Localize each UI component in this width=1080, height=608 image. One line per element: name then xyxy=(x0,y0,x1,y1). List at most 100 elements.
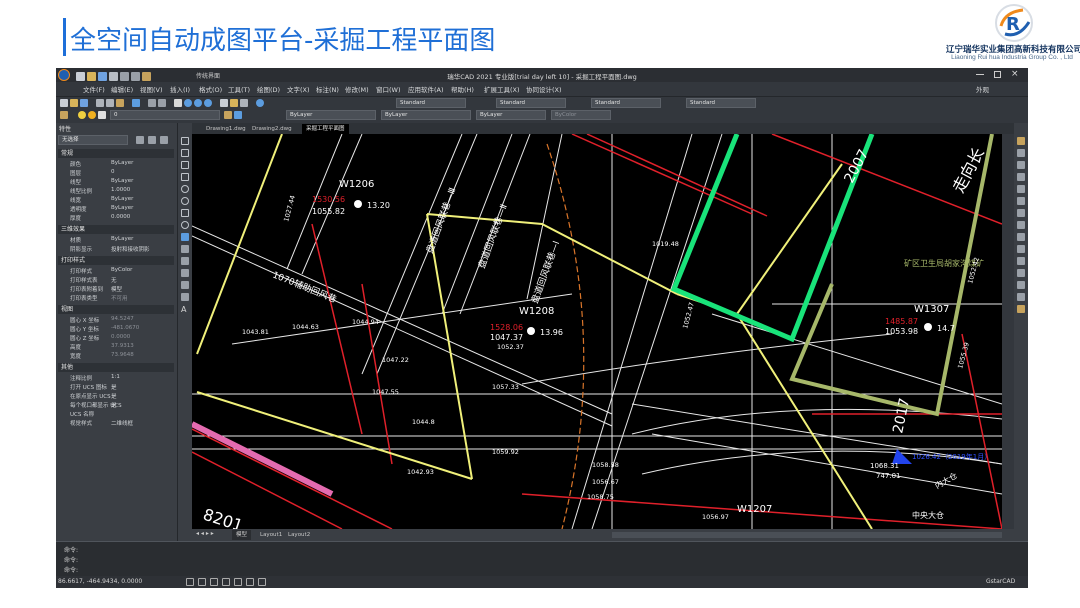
cut-icon[interactable] xyxy=(96,99,104,107)
polyline-icon[interactable] xyxy=(181,149,189,157)
section-misc[interactable]: 其他 xyxy=(58,363,174,372)
prop-value[interactable]: 是 xyxy=(111,383,117,391)
array-icon[interactable] xyxy=(1017,185,1025,193)
otrack-icon[interactable] xyxy=(246,578,254,586)
multileader-style-select[interactable]: Standard xyxy=(686,98,756,108)
copy-icon[interactable] xyxy=(106,99,114,107)
section-general[interactable]: 常规 xyxy=(58,149,174,158)
prop-value[interactable]: ByLayer xyxy=(111,205,133,211)
horizontal-scrollbar[interactable] xyxy=(612,532,1002,538)
dim-style-select[interactable]: Standard xyxy=(496,98,566,108)
snap-icon[interactable] xyxy=(186,578,194,586)
prop-value[interactable]: 无 xyxy=(111,276,117,284)
lineweight-icon[interactable] xyxy=(258,578,266,586)
design-center-icon[interactable] xyxy=(230,99,238,107)
erase-icon[interactable] xyxy=(1017,137,1025,145)
menu-dimension[interactable]: 标注(N) xyxy=(316,84,339,94)
menu-view[interactable]: 视图(V) xyxy=(140,84,163,94)
rotate-icon[interactable] xyxy=(1017,209,1025,217)
hatch-icon[interactable] xyxy=(181,269,189,277)
menu-format[interactable]: 格式(O) xyxy=(199,84,222,94)
drawing-canvas[interactable]: W1206 1530.56 1055.82 13.20 W1208 1528.0… xyxy=(192,134,1002,529)
pan-icon[interactable] xyxy=(174,99,182,107)
plot-style-select[interactable]: ByColor xyxy=(551,110,611,120)
section-3d-effects[interactable]: 三维效果 xyxy=(58,225,174,234)
extend-icon[interactable] xyxy=(1017,257,1025,265)
mtext-icon[interactable]: A xyxy=(181,305,186,314)
explode-icon[interactable] xyxy=(1017,305,1025,313)
menu-insert[interactable]: 插入(I) xyxy=(170,84,190,94)
lightbulb-icon[interactable] xyxy=(78,111,86,119)
prop-value[interactable]: 投射和接收阴影 xyxy=(111,245,150,253)
tab-layout1[interactable]: Layout1 xyxy=(256,530,286,540)
table-icon[interactable] xyxy=(181,293,189,301)
selection-select[interactable]: 无选择 xyxy=(58,135,128,145)
section-plot-style[interactable]: 打印样式 xyxy=(58,256,174,265)
polygon-icon[interactable] xyxy=(181,161,189,169)
tab-drawing1[interactable]: Drawing1.dwg xyxy=(202,124,250,134)
menu-text[interactable]: 文字(X) xyxy=(287,84,310,94)
menu-draw[interactable]: 绘图(D) xyxy=(257,84,280,94)
minimize-button[interactable] xyxy=(976,74,984,75)
layout-nav-arrows[interactable]: ◂ ◂ ▸ ▸ xyxy=(196,530,214,537)
prop-value[interactable]: ByLayer xyxy=(111,196,133,202)
match-props-icon[interactable] xyxy=(132,99,140,107)
break-icon[interactable] xyxy=(1017,269,1025,277)
arc-icon[interactable] xyxy=(181,185,189,193)
insert-block-icon[interactable] xyxy=(181,233,189,241)
color-swatch-icon[interactable] xyxy=(98,111,106,119)
layer-manager-icon[interactable] xyxy=(60,111,68,119)
menu-edit[interactable]: 编辑(E) xyxy=(111,84,133,94)
undo-icon[interactable] xyxy=(148,99,156,107)
pickadd-icon[interactable] xyxy=(160,136,168,144)
appearance-menu[interactable]: 外观 xyxy=(976,84,989,94)
polar-icon[interactable] xyxy=(222,578,230,586)
help-icon[interactable] xyxy=(256,99,264,107)
save-icon[interactable] xyxy=(80,99,88,107)
point-icon[interactable] xyxy=(181,257,189,265)
menu-apps[interactable]: 应用软件(A) xyxy=(408,84,444,94)
menu-window[interactable]: 窗口(W) xyxy=(376,84,401,94)
layer-select[interactable]: 0 xyxy=(110,110,220,120)
prop-value[interactable]: ByColor xyxy=(111,267,132,273)
move-icon[interactable] xyxy=(1017,197,1025,205)
lineweight-select[interactable]: ByLayer xyxy=(476,110,546,120)
select-objects-icon[interactable] xyxy=(148,136,156,144)
tab-model[interactable]: 模型 xyxy=(232,530,252,540)
scale-icon[interactable] xyxy=(1017,221,1025,229)
tab-layout2[interactable]: Layout2 xyxy=(284,530,314,540)
close-button[interactable]: × xyxy=(1011,69,1019,79)
sun-icon[interactable] xyxy=(88,111,96,119)
linetype-select[interactable]: ByLayer xyxy=(381,110,471,120)
menu-collab[interactable]: 协同设计(X) xyxy=(526,84,562,94)
ellipse-icon[interactable] xyxy=(181,221,189,229)
prop-value[interactable]: 是 xyxy=(111,392,117,400)
ortho-icon[interactable] xyxy=(210,578,218,586)
offset-icon[interactable] xyxy=(1017,173,1025,181)
chamfer-icon[interactable] xyxy=(1017,281,1025,289)
prop-value[interactable]: 模型 xyxy=(111,285,122,293)
osnap-icon[interactable] xyxy=(234,578,242,586)
calculator-icon[interactable] xyxy=(240,99,248,107)
open-icon[interactable] xyxy=(70,99,78,107)
region-icon[interactable] xyxy=(181,281,189,289)
menu-tools[interactable]: 工具(T) xyxy=(228,84,250,94)
new-icon[interactable] xyxy=(60,99,68,107)
rectangle-icon[interactable] xyxy=(181,173,189,181)
prop-value[interactable]: ByLayer xyxy=(111,160,133,166)
text-style-select[interactable]: Standard xyxy=(396,98,466,108)
make-current-icon[interactable] xyxy=(234,111,242,119)
command-input[interactable]: 命令: xyxy=(64,565,78,574)
prop-value[interactable]: 1:1 xyxy=(111,374,120,380)
command-line[interactable]: 命令: 命令: 命令: xyxy=(56,541,1028,576)
trim-icon[interactable] xyxy=(1017,245,1025,253)
menu-modify[interactable]: 修改(M) xyxy=(345,84,369,94)
properties-icon[interactable] xyxy=(220,99,228,107)
maximize-button[interactable] xyxy=(994,71,1001,78)
grid-icon[interactable] xyxy=(198,578,206,586)
stretch-icon[interactable] xyxy=(1017,233,1025,241)
color-select[interactable]: ByLayer xyxy=(286,110,376,120)
mirror-icon[interactable] xyxy=(1017,161,1025,169)
paste-icon[interactable] xyxy=(116,99,124,107)
redo-icon[interactable] xyxy=(158,99,166,107)
